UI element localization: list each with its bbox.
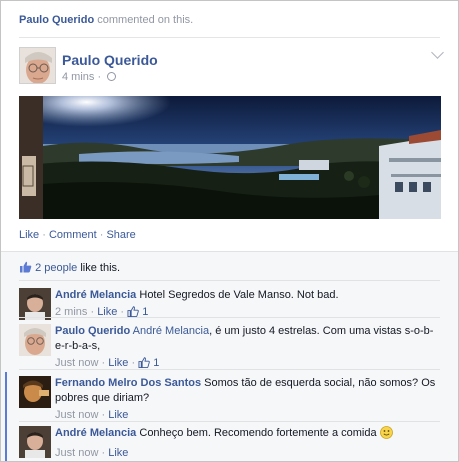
divider <box>19 317 440 318</box>
thumbs-up-icon <box>138 357 150 373</box>
comment-link[interactable]: Comment <box>49 229 97 241</box>
story-context: Paulo Querido commented on this. <box>19 14 193 26</box>
divider <box>19 421 440 422</box>
separator-dot: · <box>96 229 107 241</box>
commenter-avatar[interactable] <box>19 426 51 458</box>
likes-count-link[interactable]: 2 people <box>35 262 77 274</box>
comment-time[interactable]: Just now <box>55 409 98 421</box>
comment-time[interactable]: Just now <box>55 357 98 369</box>
chevron-down-icon[interactable] <box>431 46 444 59</box>
commenter-avatar[interactable] <box>19 288 51 320</box>
commenter-name-link[interactable]: André Melancia <box>55 289 136 301</box>
smiley-icon <box>379 426 393 444</box>
comment-item: André Melancia Conheço bem. Recomendo fo… <box>19 426 440 461</box>
likes-summary: 2 people like this. <box>19 261 120 276</box>
commenter-name-link[interactable]: André Melancia <box>55 427 136 439</box>
comment-body: Paulo Querido André Melancia, é um justo… <box>55 324 440 373</box>
comment-text: Conheço bem. Recomendo fortemente a comi… <box>136 427 380 439</box>
commenter-avatar[interactable] <box>19 324 51 356</box>
comment-meta: Just now · Like · 1 <box>55 356 440 373</box>
comment-text: Hotel Segredos de Vale Manso. Not bad. <box>136 289 339 301</box>
comment-like-count[interactable]: 1 <box>153 357 159 369</box>
comment-body: Fernando Melro Dos Santos Somos tão de e… <box>55 376 440 423</box>
comment-like-link[interactable]: Like <box>108 357 128 369</box>
divider <box>19 369 440 370</box>
divider <box>19 280 440 281</box>
commenter-avatar[interactable] <box>19 376 51 408</box>
feed-story: Paulo Querido commented on this. Paulo Q… <box>0 0 459 462</box>
comment-like-link[interactable]: Like <box>108 409 128 421</box>
globe-icon <box>107 72 117 81</box>
author-avatar[interactable] <box>19 47 56 84</box>
context-text: commented on this. <box>94 14 194 26</box>
comment-meta: 2 mins · Like · 1 <box>55 305 440 322</box>
comments-section: 2 people like this. André Melancia Hotel… <box>1 251 458 461</box>
comment-item: Paulo Querido André Melancia, é um justo… <box>19 324 440 369</box>
comment-item: André Melancia Hotel Segredos de Vale Ma… <box>19 288 440 320</box>
comment-time[interactable]: Just now <box>55 447 98 459</box>
separator-dot: · <box>39 229 49 241</box>
post-meta: 4 mins · <box>62 71 117 83</box>
commenter-name-link[interactable]: Paulo Querido <box>55 325 130 337</box>
divider <box>19 37 440 38</box>
comment-item: Fernando Melro Dos Santos Somos tão de e… <box>19 376 440 421</box>
like-link[interactable]: Like <box>19 229 39 241</box>
comment-meta: Just now · Like <box>55 447 129 459</box>
likes-suffix: like this. <box>77 262 121 274</box>
context-name-link[interactable]: Paulo Querido <box>19 14 94 26</box>
post-photo[interactable] <box>19 96 441 219</box>
thumbs-up-icon <box>19 261 32 276</box>
post-time[interactable]: 4 mins · <box>62 71 104 83</box>
author-name-link[interactable]: Paulo Querido <box>62 52 158 68</box>
comment-like-link[interactable]: Like <box>108 447 128 459</box>
share-link[interactable]: Share <box>106 229 135 241</box>
comment-body: André Melancia Conheço bem. Recomendo fo… <box>55 426 440 461</box>
post-actions: Like · Comment · Share <box>19 229 136 241</box>
thumbs-up-icon <box>127 306 139 322</box>
new-comments-bar <box>5 372 7 461</box>
mention-link[interactable]: André Melancia <box>133 325 209 337</box>
commenter-name-link[interactable]: Fernando Melro Dos Santos <box>55 377 201 389</box>
